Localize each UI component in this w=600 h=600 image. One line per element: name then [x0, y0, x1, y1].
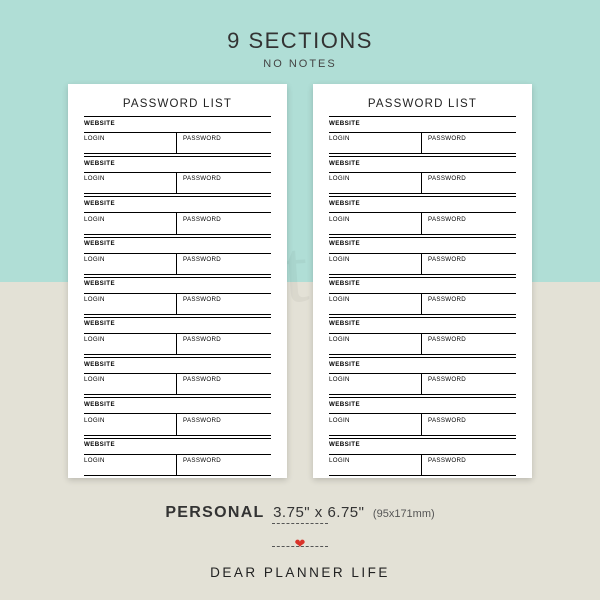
password-label: PASSWORD	[422, 455, 516, 475]
website-label: WEBSITE	[329, 237, 516, 254]
password-label: PASSWORD	[177, 334, 271, 354]
login-label: LOGIN	[84, 173, 177, 193]
password-label: PASSWORD	[177, 374, 271, 394]
password-label: PASSWORD	[177, 254, 271, 274]
login-label: LOGIN	[329, 173, 422, 193]
login-label: LOGIN	[84, 414, 177, 434]
heading: 9 SECTIONS NO NOTES	[0, 28, 600, 70]
password-label: PASSWORD	[177, 173, 271, 193]
login-label: LOGIN	[84, 213, 177, 233]
website-label: WEBSITE	[84, 277, 271, 294]
password-card-left: PASSWORD LIST WEBSITELOGINPASSWORD WEBSI…	[68, 84, 287, 478]
password-label: PASSWORD	[177, 294, 271, 314]
divider-left	[272, 523, 328, 524]
password-label: PASSWORD	[422, 213, 516, 233]
website-label: WEBSITE	[329, 116, 516, 133]
login-label: LOGIN	[84, 254, 177, 274]
website-label: WEBSITE	[84, 116, 271, 133]
brand-block: ❤ DEAR PLANNER LIFE	[0, 518, 600, 580]
login-label: LOGIN	[329, 334, 422, 354]
login-label: LOGIN	[84, 455, 177, 475]
heading-title: 9 SECTIONS	[0, 28, 600, 54]
brand-name: DEAR PLANNER LIFE	[0, 565, 600, 580]
login-label: LOGIN	[329, 374, 422, 394]
website-label: WEBSITE	[84, 438, 271, 455]
website-label: WEBSITE	[84, 196, 271, 213]
website-label: WEBSITE	[329, 156, 516, 173]
password-label: PASSWORD	[422, 334, 516, 354]
login-label: LOGIN	[84, 294, 177, 314]
website-label: WEBSITE	[329, 357, 516, 374]
card-title: PASSWORD LIST	[84, 98, 271, 110]
login-label: LOGIN	[84, 133, 177, 153]
website-label: WEBSITE	[84, 357, 271, 374]
login-label: LOGIN	[329, 254, 422, 274]
website-label: WEBSITE	[329, 317, 516, 334]
website-label: WEBSITE	[84, 237, 271, 254]
card-pair: PASSWORD LIST WEBSITELOGINPASSWORD WEBSI…	[0, 84, 600, 478]
password-label: PASSWORD	[422, 414, 516, 434]
login-label: LOGIN	[84, 334, 177, 354]
login-label: LOGIN	[329, 133, 422, 153]
website-label: WEBSITE	[329, 277, 516, 294]
password-label: PASSWORD	[422, 133, 516, 153]
password-label: PASSWORD	[177, 455, 271, 475]
heart-icon: ❤	[0, 541, 600, 546]
login-label: LOGIN	[329, 294, 422, 314]
login-label: LOGIN	[329, 213, 422, 233]
website-label: WEBSITE	[329, 397, 516, 414]
website-label: WEBSITE	[84, 397, 271, 414]
password-label: PASSWORD	[422, 254, 516, 274]
password-label: PASSWORD	[422, 374, 516, 394]
password-label: PASSWORD	[177, 133, 271, 153]
website-label: WEBSITE	[329, 196, 516, 213]
website-label: WEBSITE	[84, 156, 271, 173]
password-label: PASSWORD	[422, 173, 516, 193]
login-label: LOGIN	[84, 374, 177, 394]
login-label: LOGIN	[329, 455, 422, 475]
password-label: PASSWORD	[422, 294, 516, 314]
heading-subtitle: NO NOTES	[0, 58, 600, 70]
login-label: LOGIN	[329, 414, 422, 434]
website-label: WEBSITE	[84, 317, 271, 334]
card-title: PASSWORD LIST	[329, 98, 516, 110]
website-label: WEBSITE	[329, 438, 516, 455]
password-card-right: PASSWORD LIST WEBSITELOGINPASSWORD WEBSI…	[313, 84, 532, 478]
password-label: PASSWORD	[177, 213, 271, 233]
password-label: PASSWORD	[177, 414, 271, 434]
